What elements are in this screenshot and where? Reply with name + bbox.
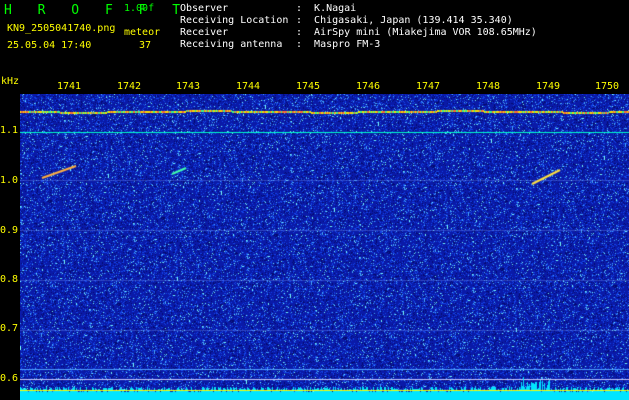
- app-name: H R O F F T: [4, 3, 190, 18]
- y-tick-label: 1.0: [0, 175, 19, 186]
- meteor-count: 37: [139, 40, 152, 51]
- hroff-waterfall-screen: H R O F F T 1.00f KN9_2505041740.png met…: [0, 0, 629, 400]
- receiver-label: Receiver: [180, 27, 229, 38]
- minute-label: 1747: [416, 81, 441, 92]
- app-version: 1.00f: [124, 3, 155, 14]
- receiver-value: : AirSpy mini (Miakejima VOR 108.65MHz): [296, 27, 537, 38]
- minute-label: 1744: [236, 81, 261, 92]
- minute-label: 1748: [476, 81, 501, 92]
- minute-label: 1749: [536, 81, 561, 92]
- minute-label: 1750: [595, 81, 620, 92]
- minute-label: 1743: [176, 81, 201, 92]
- file-name: KN9_2505041740.png: [7, 23, 116, 34]
- minute-label: 1746: [356, 81, 381, 92]
- spectrogram-canvas: [20, 94, 629, 400]
- location-label: Receiving Location: [180, 15, 289, 26]
- y-tick-label: 0.8: [0, 274, 19, 285]
- y-tick-label: 0.9: [0, 225, 19, 236]
- observer-value: : K.Nagai: [296, 3, 357, 14]
- observer-label: Observer: [180, 3, 229, 14]
- antenna-label: Receiving antenna: [180, 39, 283, 50]
- minute-label: 1742: [117, 81, 142, 92]
- minute-label: 1741: [57, 81, 82, 92]
- antenna-value: : Maspro FM-3: [296, 39, 381, 50]
- minute-label: 1745: [296, 81, 321, 92]
- y-tick-label: 1.1: [0, 125, 19, 136]
- date-time: 25.05.04 17:40: [7, 40, 92, 51]
- meteor-label: meteor: [124, 27, 161, 38]
- y-unit-label: kHz: [1, 76, 20, 87]
- location-value: : Chigasaki, Japan (139.414 35.340): [296, 15, 513, 26]
- y-tick-label: 0.7: [0, 323, 19, 334]
- y-tick-label: 0.6: [0, 373, 19, 384]
